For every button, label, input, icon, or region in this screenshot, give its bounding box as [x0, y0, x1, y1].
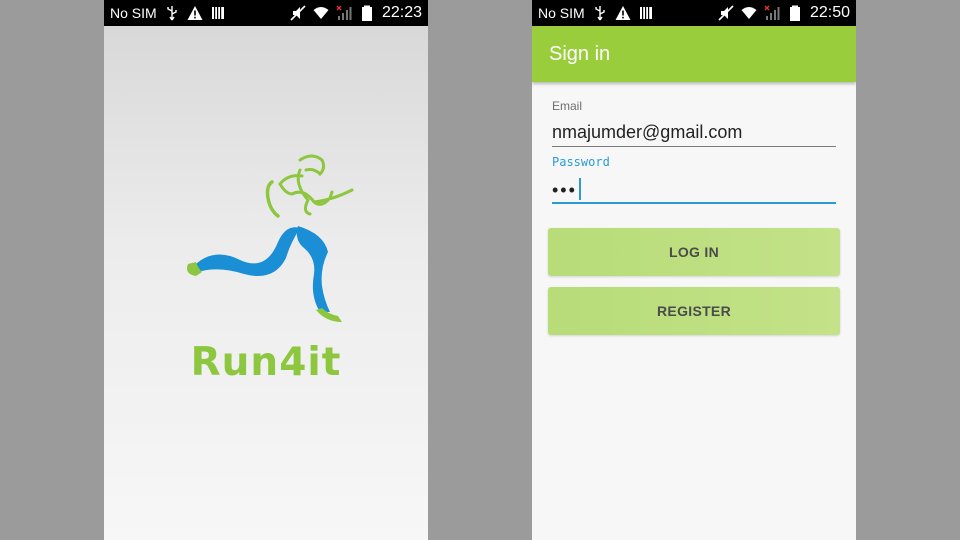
signin-screen: No SIM 22:50 Sign in Email nmajumder@gma…	[532, 0, 856, 540]
battery-icon	[787, 5, 803, 21]
warning-icon	[187, 5, 203, 21]
storage-icon	[638, 5, 654, 21]
register-button[interactable]: REGISTER	[548, 287, 840, 335]
password-underline	[552, 202, 836, 204]
carrier-label: No SIM	[110, 5, 157, 21]
splash-screen: No SIM 22:23 Run4it	[104, 0, 428, 540]
no-signal-icon	[336, 5, 352, 21]
mute-icon	[718, 5, 734, 21]
app-bar: Sign in	[532, 26, 856, 82]
page-title: Sign in	[549, 42, 611, 65]
brand-name: Run4it	[190, 340, 342, 385]
email-label: Email	[552, 99, 583, 113]
storage-icon	[210, 5, 226, 21]
wifi-icon	[313, 5, 329, 21]
password-field[interactable]: •••	[552, 178, 836, 201]
password-label: Password	[552, 155, 610, 169]
usb-icon	[592, 5, 608, 21]
status-bar: No SIM 22:23	[104, 0, 428, 26]
no-signal-icon	[764, 5, 780, 21]
email-underline	[552, 146, 836, 147]
wifi-icon	[741, 5, 757, 21]
clock: 22:23	[381, 4, 422, 21]
mute-icon	[290, 5, 306, 21]
battery-icon	[359, 5, 375, 21]
status-bar: No SIM 22:50	[532, 0, 856, 26]
login-button[interactable]: LOG IN	[548, 228, 840, 276]
clock: 22:50	[809, 4, 850, 21]
password-dots: •••	[552, 180, 577, 200]
email-field[interactable]: nmajumder@gmail.com	[552, 122, 836, 143]
runner-logo-icon	[182, 150, 357, 330]
usb-icon	[164, 5, 180, 21]
carrier-label: No SIM	[538, 5, 585, 21]
text-caret	[578, 178, 581, 200]
warning-icon	[615, 5, 631, 21]
